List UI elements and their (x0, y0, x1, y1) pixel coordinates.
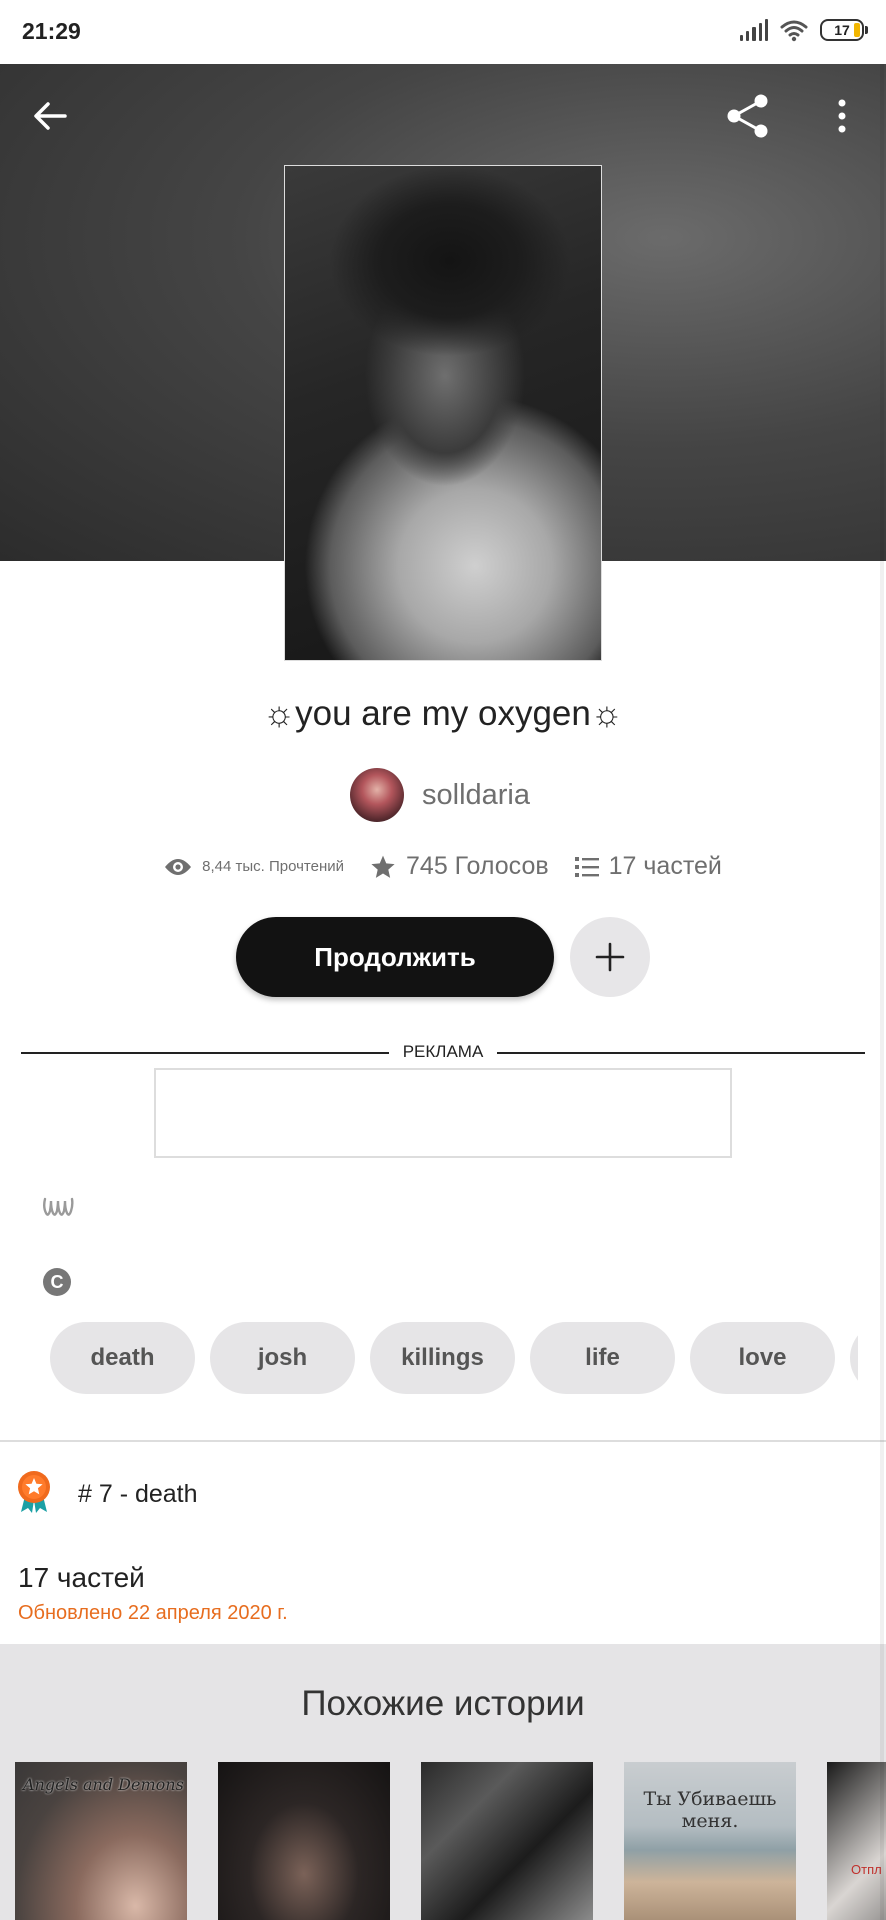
ranking-row[interactable]: # 7 - death (16, 1470, 198, 1514)
tag-chip[interactable]: love (690, 1322, 835, 1394)
ad-label: РЕКЛАМА (0, 1042, 886, 1062)
tag-chip[interactable] (850, 1322, 858, 1394)
cover-caption: Angels and Demons (23, 1775, 184, 1794)
ad-banner[interactable] (154, 1068, 732, 1158)
similar-stories-list: Angels and Demons Ты Убиваешь меня. Отпл (15, 1762, 886, 1920)
story-actions: Продолжить (0, 917, 886, 997)
tag-list: death josh killings life love (50, 1322, 858, 1394)
similar-story-cover[interactable]: Angels and Demons (15, 1762, 187, 1920)
similar-story-cover[interactable]: Отпл (827, 1762, 886, 1920)
plus-icon (595, 942, 625, 972)
continue-reading-button[interactable]: Продолжить (236, 917, 554, 997)
parts-stat[interactable]: 17 частей (574, 852, 722, 881)
tag-chip[interactable]: death (50, 1322, 195, 1394)
similar-stories-title: Похожие истории (301, 1684, 585, 1723)
add-to-library-button[interactable] (570, 917, 650, 997)
cover-caption: Ты Убиваешь меня. (643, 1788, 777, 1832)
ranking-text: # 7 - death (78, 1479, 198, 1508)
story-stats: 8,44 тыс. Прочтений 745 Голосов 17 часте… (0, 852, 886, 881)
similar-stories-section: Похожие истории Angels and Demons Ты Уби… (0, 1644, 886, 1920)
similar-story-cover[interactable] (421, 1762, 593, 1920)
more-options-button[interactable] (812, 86, 872, 146)
story-title: ☼you are my oxygen☼ (263, 694, 623, 733)
list-icon (574, 856, 599, 877)
eye-icon (165, 858, 192, 875)
author-link[interactable]: solldaria (350, 768, 530, 822)
parts-count: 17 частей (608, 852, 722, 880)
copyright-icon: C (43, 1268, 71, 1296)
votes-count: 745 Голосов (406, 852, 549, 880)
updated-date: Обновлено 22 апреля 2020 г. (18, 1602, 288, 1624)
signal-icon (740, 19, 769, 41)
status-bar: 21:29 17 (0, 0, 886, 64)
status-time: 21:29 (22, 18, 81, 44)
votes-stat: 745 Голосов (370, 852, 549, 881)
cover-caption: Отпл (851, 1862, 882, 1877)
more-vertical-icon (838, 99, 846, 133)
similar-story-cover[interactable] (218, 1762, 390, 1920)
tag-chip[interactable]: josh (210, 1322, 355, 1394)
section-divider (0, 1440, 886, 1442)
share-icon (727, 94, 768, 138)
status-icons: 17 (740, 18, 868, 42)
tag-chip[interactable]: killings (370, 1322, 515, 1394)
parts-title[interactable]: 17 частей (18, 1562, 145, 1594)
tag-chip[interactable]: life (530, 1322, 675, 1394)
wifi-icon (780, 20, 808, 42)
wattys-icon (43, 1197, 74, 1216)
arrow-left-icon (34, 102, 67, 130)
ranking-badge-icon (18, 1471, 50, 1513)
author-avatar (350, 768, 404, 822)
reads-stat: 8,44 тыс. Прочтений (164, 857, 344, 877)
similar-story-cover[interactable]: Ты Убиваешь меня. (624, 1762, 796, 1920)
scrollbar[interactable] (880, 64, 884, 1920)
battery-level: 17 (834, 22, 850, 38)
back-button[interactable] (20, 86, 80, 146)
share-button[interactable] (718, 86, 778, 146)
star-icon (371, 855, 395, 878)
story-cover-image (284, 165, 602, 661)
battery-icon: 17 (820, 19, 868, 41)
reads-count: 8,44 тыс. Прочтений (202, 858, 345, 875)
author-name: solldaria (422, 778, 530, 811)
